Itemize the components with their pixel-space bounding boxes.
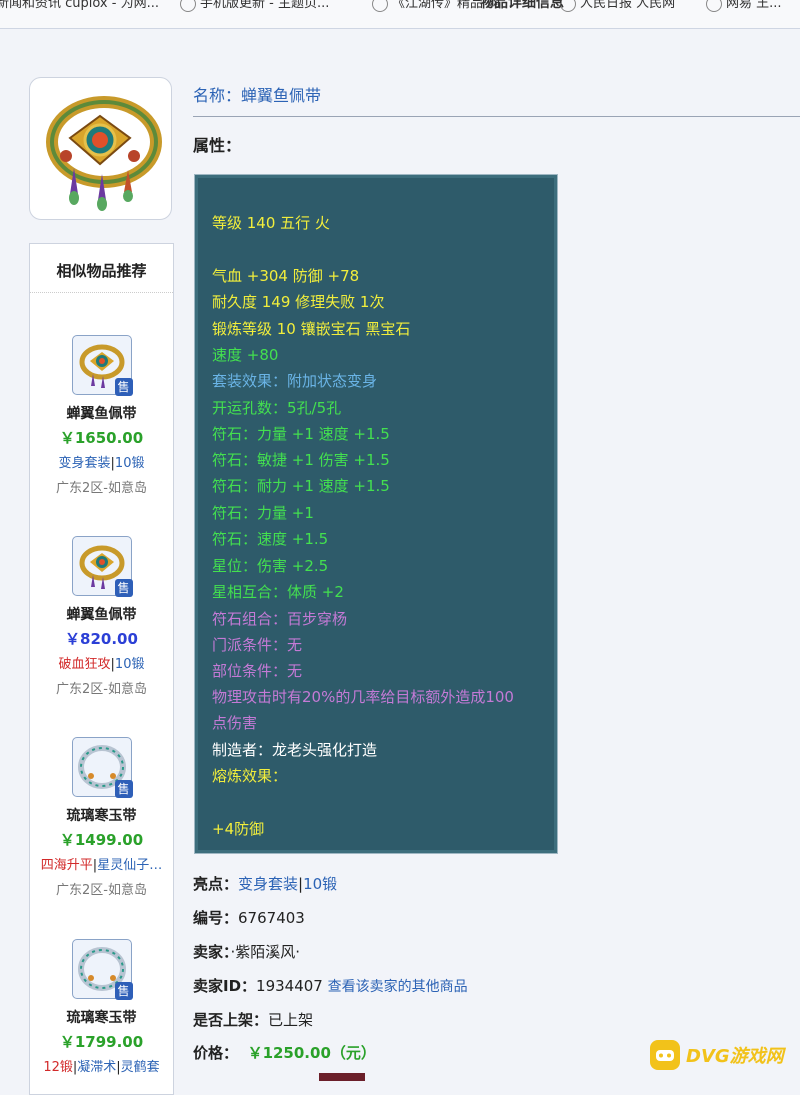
attribute-line: 制造者：龙老头强化打造 <box>212 741 378 759</box>
recommended-item[interactable]: 售 琉璃寒玉带 ￥1499.00 四海升平|星灵仙子… 广东2区-如意岛 <box>30 737 173 898</box>
attribute-line: 符石：耐力 +1 速度 +1.5 <box>212 477 390 495</box>
attribute-line: 符石：力量 +1 速度 +1.5 <box>212 425 390 443</box>
attributes-label: 属性： <box>193 136 242 155</box>
attribute-line: 点伤害 <box>212 714 258 732</box>
seller-other-items-link[interactable]: 查看该卖家的其他商品 <box>328 979 468 995</box>
for-sale-badge: 售 <box>114 982 133 1000</box>
attribute-line: 套装效果：附加状态变身 <box>212 372 378 390</box>
item-tags: 12锻|凝滞术|灵鹤套 <box>43 1060 160 1075</box>
similar-items-panel: 相似物品推荐 售 蝉翼鱼佩带 ￥1650.00 变身套装|10锻 广东2区-如意… <box>29 243 174 1095</box>
seller-name: ·紫陌溪风· <box>230 943 301 961</box>
tag[interactable]: 12锻 <box>43 1060 73 1075</box>
seller-id: 1934407 <box>256 977 323 995</box>
item-thumbnail[interactable]: 售 <box>71 737 133 798</box>
browser-tab[interactable]: 人民日报 人民网 <box>560 0 675 12</box>
browser-tab[interactable]: 网易 王... <box>706 0 782 12</box>
for-sale-badge: 售 <box>114 378 133 396</box>
globe-icon <box>180 0 196 12</box>
recommended-item[interactable]: 售 琉璃寒玉带 ￥1799.00 12锻|凝滞术|灵鹤套 <box>30 939 173 1075</box>
item-price: ￥1499.00 <box>59 831 144 849</box>
tag[interactable]: 四海升平 <box>41 858 93 873</box>
attribute-line: 符石：速度 +1.5 <box>212 530 329 548</box>
listed-row: 是否上架：已上架 <box>193 1011 314 1029</box>
tag[interactable]: 星灵仙子… <box>97 858 162 873</box>
truncated-row <box>193 1073 393 1081</box>
item-server: 广东2区-如意岛 <box>56 883 147 898</box>
item-id-row: 编号：6767403 <box>193 909 305 927</box>
attribute-line: 部位条件：无 <box>212 662 303 680</box>
tag[interactable]: 10锻 <box>115 657 145 672</box>
tag[interactable]: 灵鹤套 <box>121 1060 160 1075</box>
attribute-line: 星位：伤害 +2.5 <box>212 557 329 575</box>
browser-tab-strip: 新闻和资讯 cupiox - 为网... 手机版更新 - 主题页... 《江湖传… <box>0 0 800 29</box>
tag[interactable]: 变身套装 <box>59 456 111 471</box>
item-thumbnail[interactable]: 售 <box>71 939 133 1000</box>
browser-tab[interactable]: 手机版更新 - 主题页... <box>180 0 329 12</box>
for-sale-badge: 售 <box>114 780 133 798</box>
highlight-tag[interactable]: 变身套装 <box>238 875 298 893</box>
attribute-line: 符石：力量 +1 <box>212 504 314 522</box>
attribute-line: 符石组合：百步穿杨 <box>212 610 348 628</box>
attribute-line: 门派条件：无 <box>212 636 303 654</box>
recommended-item[interactable]: 售 蝉翼鱼佩带 ￥820.00 破血狂攻|10锻 广东2区-如意岛 <box>30 536 173 697</box>
watermark-logo: DVG游戏网 <box>650 1038 798 1072</box>
seller-id-row: 卖家ID：1934407 查看该卖家的其他商品 <box>193 977 468 995</box>
seller-row: 卖家：·紫陌溪风· <box>193 943 301 961</box>
item-server: 广东2区-如意岛 <box>56 682 147 697</box>
attribute-line: 开运孔数：5孔/5孔 <box>212 399 342 417</box>
globe-icon <box>706 0 722 12</box>
tag[interactable]: 破血狂攻 <box>59 657 111 672</box>
item-tags: 破血狂攻|10锻 <box>58 657 145 672</box>
divider <box>193 116 800 117</box>
attribute-line: 熔炼效果： <box>212 767 288 785</box>
globe-icon <box>372 0 388 12</box>
attribute-line: 耐久度 149 修理失败 1次 <box>212 293 385 311</box>
item-image <box>29 77 172 220</box>
attribute-line: 等级 140 五行 火 <box>212 214 330 232</box>
browser-tab[interactable]: 新闻和资讯 cupiox - 为网... <box>0 0 159 12</box>
item-name-row: 名称：蝉翼鱼佩带 <box>193 86 322 105</box>
recommended-item[interactable]: 售 蝉翼鱼佩带 ￥1650.00 变身套装|10锻 广东2区-如意岛 <box>30 335 173 496</box>
attributes-panel: 等级 140 五行 火 气血 +304 防御 +78 耐久度 149 修理失败 … <box>194 174 558 854</box>
item-name[interactable]: 琉璃寒玉带 <box>30 1007 173 1027</box>
attribute-line: 符石：敏捷 +1 伤害 +1.5 <box>212 451 390 469</box>
item-name: 蝉翼鱼佩带 <box>241 86 322 105</box>
tag[interactable]: 凝滞术 <box>77 1060 116 1075</box>
item-thumbnail[interactable]: 售 <box>71 536 133 597</box>
jade-belt-icon <box>46 96 162 211</box>
page-title: 物品详细信息 <box>480 0 564 11</box>
item-price: ￥1799.00 <box>59 1033 144 1051</box>
item-price: ￥1650.00 <box>59 429 144 447</box>
tag[interactable]: 10锻 <box>115 456 145 471</box>
listed-status: 已上架 <box>268 1011 314 1029</box>
item-id: 6767403 <box>238 909 305 927</box>
highlight-row: 亮点：变身套装|10锻 <box>193 875 338 893</box>
item-name[interactable]: 蝉翼鱼佩带 <box>30 403 173 423</box>
watermark-text: DVG游戏网 <box>686 1046 784 1067</box>
item-server: 广东2区-如意岛 <box>56 481 147 496</box>
action-button[interactable] <box>319 1073 365 1081</box>
item-name[interactable]: 蝉翼鱼佩带 <box>30 604 173 624</box>
attribute-line: 速度 +80 <box>212 346 279 364</box>
item-thumbnail[interactable]: 售 <box>71 335 133 396</box>
attribute-line: +4防御 <box>212 820 265 838</box>
item-tags: 变身套装|10锻 <box>58 456 145 471</box>
attribute-line: 物理攻击时有20%的几率给目标额外造成100 <box>212 688 514 706</box>
item-price: ￥1250.00（元） <box>247 1044 376 1062</box>
attribute-line: 锻炼等级 10 镶嵌宝石 黑宝石 <box>212 320 411 338</box>
sidebar-title: 相似物品推荐 <box>30 244 173 293</box>
highlight-tag[interactable]: 10锻 <box>303 875 337 893</box>
attribute-line: 星相互合：体质 +2 <box>212 583 344 601</box>
price-row: 价格： ￥1250.00（元） <box>193 1044 376 1062</box>
item-tags: 四海升平|星灵仙子… <box>40 858 163 873</box>
attribute-line: 气血 +304 防御 +78 <box>212 267 360 285</box>
item-name[interactable]: 琉璃寒玉带 <box>30 805 173 825</box>
item-price: ￥820.00 <box>65 630 138 648</box>
for-sale-badge: 售 <box>114 579 133 597</box>
